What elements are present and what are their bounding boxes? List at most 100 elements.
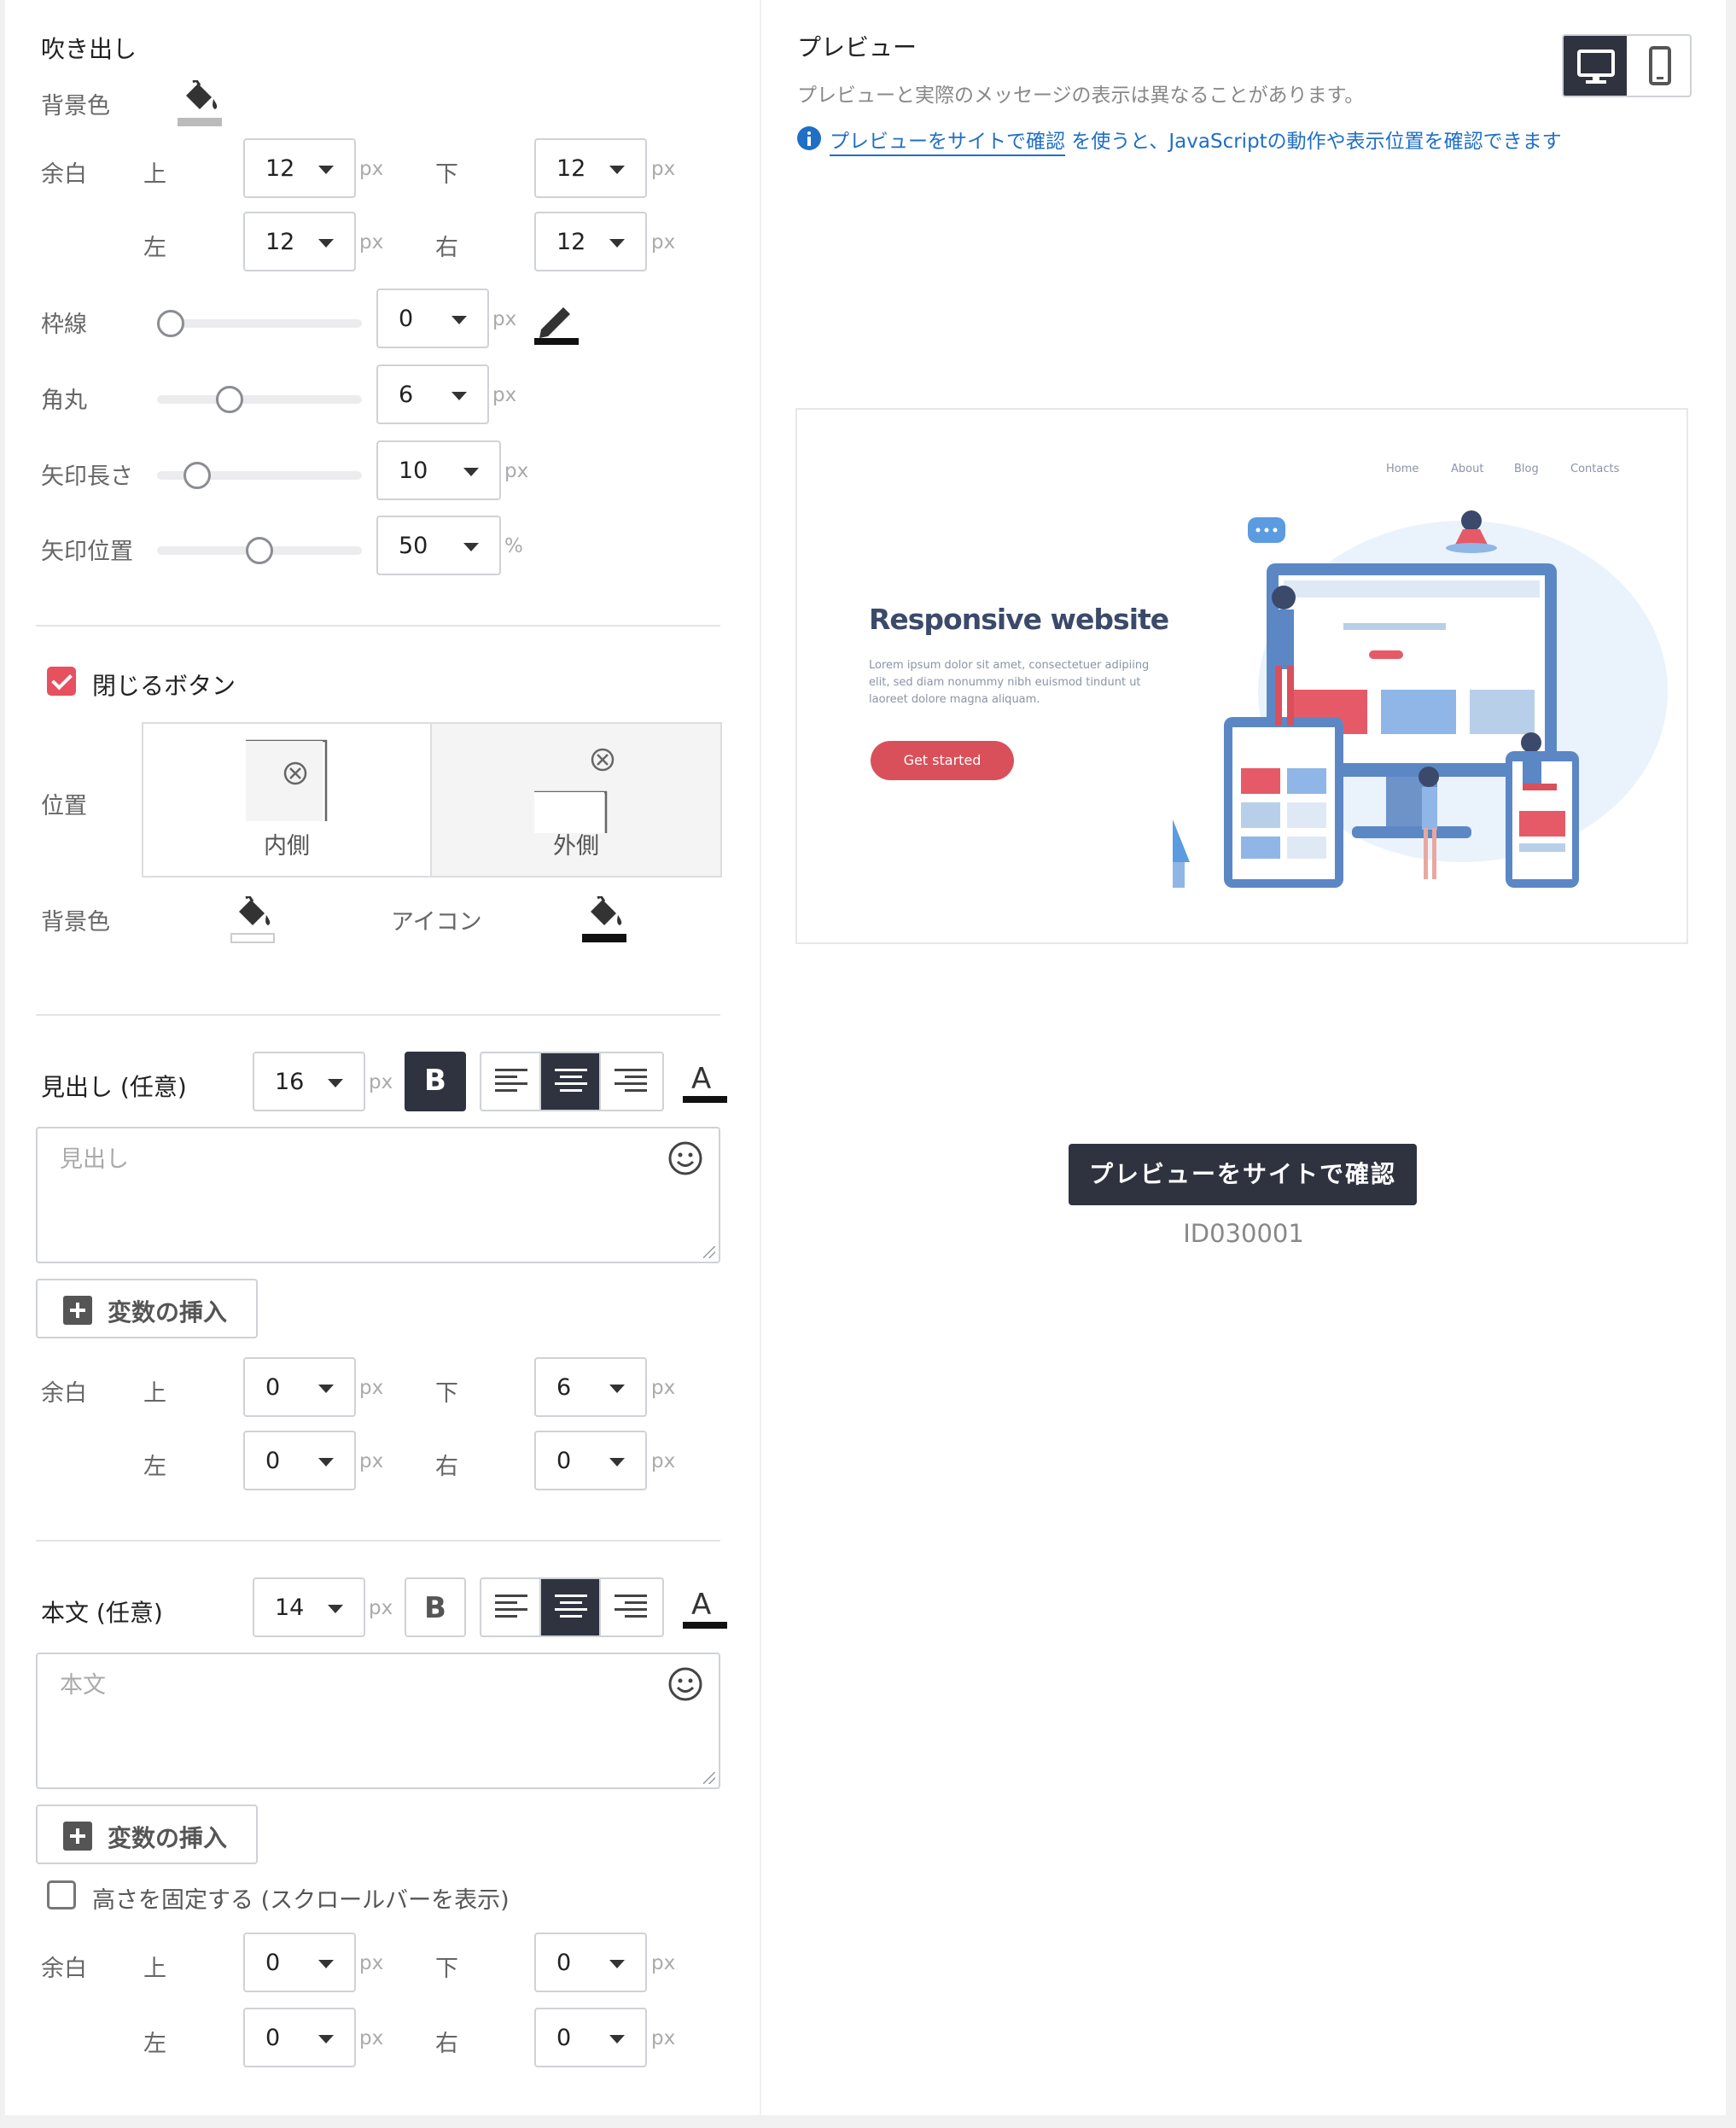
padding-bottom-label: 下 [435, 161, 458, 188]
emoji-icon[interactable] [667, 1140, 703, 1180]
desktop-icon [1577, 50, 1615, 84]
preview-hero-text-2: elit, sed diam nonummy nibh euismod tind… [869, 676, 1141, 689]
unit-label: px [651, 1952, 676, 1974]
close-button-label: 閉じるボタン [92, 672, 236, 700]
close-position-label: 位置 [41, 793, 87, 819]
padding-top-select[interactable]: 12 [243, 138, 356, 198]
align-center-button[interactable] [541, 1579, 601, 1635]
info-line: プレビューをサイトで確認 を使うと、JavaScriptの動作や表示位置を確認で… [830, 125, 1562, 156]
align-left-icon [495, 1069, 527, 1098]
body-padding-top-select[interactable]: 0 [243, 1933, 356, 1992]
info-icon [797, 126, 821, 150]
body-insert-variable-button[interactable]: 変数の挿入 [36, 1804, 258, 1864]
paint-bucket-icon[interactable] [230, 895, 275, 944]
padding-right-label: 右 [435, 235, 458, 261]
align-left-button[interactable] [481, 1579, 541, 1635]
border-slider-track[interactable] [157, 319, 362, 328]
preview-hero-text-1: Lorem ipsum dolor sit amet, consectetuer… [869, 659, 1150, 672]
padding-right-label: 右 [435, 2031, 458, 2057]
preview-on-site-button[interactable]: プレビューをサイトで確認 [1069, 1144, 1417, 1205]
body-padding-bottom-select[interactable]: 0 [534, 1933, 647, 1992]
body-padding-right-select[interactable]: 0 [534, 2008, 647, 2067]
fix-height-checkbox[interactable] [47, 1880, 76, 1909]
heading-bold-button[interactable]: B [405, 1052, 466, 1111]
preview-on-site-link[interactable]: プレビューをサイトで確認 [830, 131, 1065, 156]
arrow-position-select[interactable]: 50 [376, 516, 501, 575]
arrow-position-slider-knob[interactable] [246, 537, 273, 564]
mobile-view-button[interactable] [1627, 36, 1690, 96]
body-align-group [480, 1577, 664, 1637]
section-divider [36, 625, 720, 627]
unit-label: px [359, 1450, 384, 1472]
arrow-position-label: 矢印位置 [41, 539, 133, 565]
text-color-icon[interactable]: A [683, 1588, 727, 1630]
padding-label: 余白 [41, 1380, 87, 1407]
border-width-select[interactable]: 0 [376, 289, 489, 348]
heading-padding-top-select[interactable]: 0 [243, 1357, 356, 1417]
unit-label: px [359, 1377, 384, 1399]
heading-padding-bottom-select[interactable]: 6 [534, 1357, 647, 1417]
plus-icon [63, 1822, 92, 1851]
body-section-label: 本文 (任意) [41, 1599, 163, 1627]
align-right-button[interactable] [601, 1579, 661, 1635]
preview-hero-title: Responsive website [869, 603, 1169, 636]
heading-padding-right-select[interactable]: 0 [534, 1431, 647, 1490]
align-right-button[interactable] [601, 1053, 661, 1110]
unit-label: px [651, 158, 676, 180]
desktop-view-button[interactable] [1564, 36, 1627, 96]
padding-top-label: 上 [143, 1380, 166, 1407]
preview-title: プレビュー [797, 33, 918, 61]
unit-label: % [504, 535, 523, 557]
body-textarea[interactable]: 本文 [36, 1653, 720, 1789]
padding-left-select[interactable]: 12 [243, 212, 356, 271]
radius-slider-knob[interactable] [215, 386, 243, 413]
emoji-icon[interactable] [667, 1666, 703, 1705]
text-color-icon[interactable]: A [683, 1062, 727, 1105]
border-slider-knob[interactable] [157, 310, 184, 337]
align-left-icon [495, 1595, 527, 1624]
padding-top-label: 上 [143, 1956, 166, 1982]
unit-label: px [651, 1377, 676, 1399]
unit-label: px [359, 2027, 384, 2049]
radius-slider-track[interactable] [157, 395, 362, 404]
padding-bottom-label: 下 [435, 1956, 458, 1982]
unit-label: px [651, 231, 676, 254]
device-toggle [1562, 34, 1692, 97]
close-button-checkbox[interactable] [47, 667, 76, 696]
close-position-outer-option[interactable]: 外側 [432, 724, 720, 876]
fix-height-label: 高さを固定する (スクロールバーを表示) [92, 1887, 510, 1914]
padding-left-label: 左 [143, 2031, 166, 2057]
pencil-icon[interactable] [534, 300, 579, 345]
heading-font-size-select[interactable]: 16 [253, 1052, 365, 1111]
unit-label: px [651, 1450, 676, 1472]
body-font-size-select[interactable]: 14 [253, 1577, 365, 1637]
heading-textarea[interactable]: 見出し [36, 1127, 720, 1263]
preview-get-started-button: Get started [871, 741, 1014, 780]
radius-label: 角丸 [41, 388, 87, 414]
heading-insert-variable-button[interactable]: 変数の挿入 [36, 1279, 258, 1338]
heading-padding-left-select[interactable]: 0 [243, 1431, 356, 1490]
body-bold-button[interactable]: B [405, 1577, 466, 1637]
close-position-inner-option[interactable]: 内側 [143, 724, 432, 876]
body-padding-left-select[interactable]: 0 [243, 2008, 356, 2067]
arrow-length-slider-knob[interactable] [184, 462, 212, 489]
padding-right-select[interactable]: 12 [534, 212, 647, 271]
resize-handle[interactable] [703, 1246, 715, 1258]
arrow-length-label: 矢印長さ [41, 463, 133, 490]
preview-nav-contacts: Contacts [1570, 463, 1620, 475]
align-center-button[interactable] [541, 1053, 601, 1110]
heading-align-group [480, 1052, 664, 1111]
mobile-icon [1649, 46, 1671, 85]
plus-icon [63, 1296, 92, 1325]
padding-top-label: 上 [143, 161, 166, 188]
paint-bucket-icon[interactable] [582, 895, 626, 944]
balloon-bg-label: 背景色 [41, 93, 110, 120]
padding-left-label: 左 [143, 1454, 166, 1480]
radius-select[interactable]: 6 [376, 364, 489, 424]
align-left-button[interactable] [481, 1053, 541, 1110]
paint-bucket-icon[interactable] [178, 79, 222, 128]
arrow-length-select[interactable]: 10 [376, 440, 501, 500]
resize-handle[interactable] [703, 1772, 715, 1784]
padding-bottom-select[interactable]: 12 [534, 138, 647, 198]
preview-frame: Home About Blog Contacts Responsive webs… [795, 408, 1688, 944]
